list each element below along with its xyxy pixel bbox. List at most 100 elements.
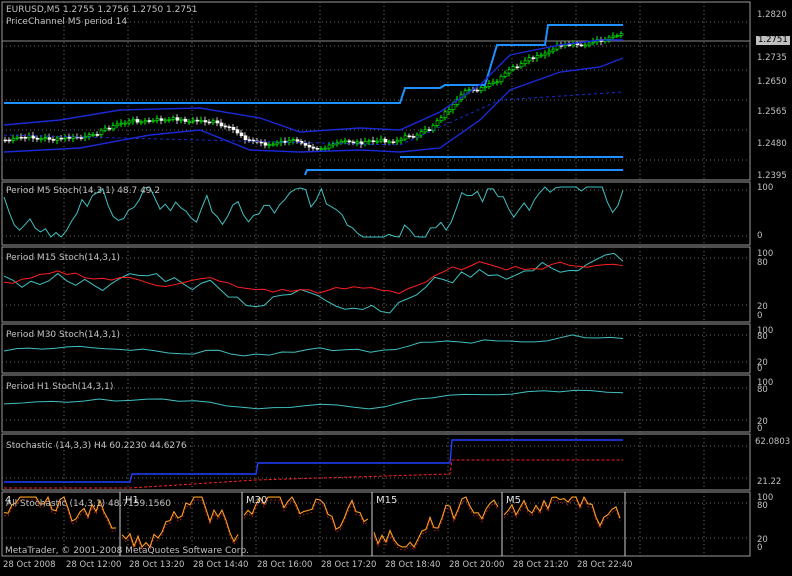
h1-tick-80: 80	[757, 385, 768, 395]
candle-body	[539, 54, 544, 57]
m15-stoch-label: Period M15 Stoch(14,3,1)	[6, 253, 121, 263]
price-tick: 1.2820	[757, 10, 787, 20]
candle-body	[591, 41, 596, 44]
h1-tick-0: 0	[757, 424, 763, 434]
candle-body	[327, 144, 332, 149]
candle-body	[207, 121, 212, 124]
m15-signal-line	[3, 261, 624, 295]
candle-body	[187, 121, 192, 123]
candle-body	[351, 141, 356, 144]
m30-tick-80: 80	[757, 332, 768, 342]
candle-body	[131, 119, 136, 122]
candle-body	[175, 117, 180, 121]
h4-tick-low: 21.22	[757, 477, 782, 487]
candle-body	[355, 141, 360, 144]
symbol-header: EURUSD,M5 1.2755 1.2756 1.2750 1.2751	[6, 5, 198, 15]
candle-body	[243, 135, 248, 141]
candle-body	[195, 119, 200, 122]
price-channel-label: PriceChannel M5 period 14	[6, 17, 128, 27]
candle-body	[203, 120, 208, 123]
candle-body	[51, 139, 56, 141]
candle-body	[523, 60, 528, 64]
candle-body	[311, 146, 316, 149]
candle-body	[63, 136, 68, 139]
m15-tick-80: 80	[757, 258, 768, 268]
candle-body	[191, 119, 196, 122]
candle-body	[99, 129, 104, 135]
all-tick-80: 80	[757, 501, 768, 511]
candle-body	[315, 147, 320, 150]
candle-body	[511, 66, 516, 70]
candle-body	[407, 135, 412, 138]
candle-body	[411, 136, 416, 138]
candle-body	[519, 63, 524, 68]
candle-body	[215, 120, 220, 124]
chart-canvas[interactable]	[0, 0, 792, 576]
candle-body	[119, 122, 124, 125]
m5-tick-100: 100	[757, 183, 774, 193]
candle-body	[235, 129, 240, 134]
time-label: 28 Oct 21:20	[513, 560, 569, 570]
candle-body	[515, 66, 520, 69]
current-price-badge: 1.2751	[756, 35, 790, 45]
candle-body	[259, 141, 264, 144]
candle-body	[227, 126, 232, 129]
candle-body	[371, 140, 376, 143]
candle-body	[427, 129, 432, 131]
candle-body	[507, 69, 512, 74]
candle-body	[367, 140, 372, 143]
candle-body	[475, 89, 480, 92]
candle-body	[151, 119, 156, 122]
candle-body	[399, 138, 404, 142]
candle-body	[391, 141, 396, 144]
candle-body	[135, 119, 140, 123]
candle-body	[543, 52, 548, 56]
m15-tick-0: 0	[757, 311, 763, 321]
candle-body	[19, 136, 24, 139]
m30-stoch-label: Period M30 Stoch(14,3,1)	[6, 330, 121, 340]
time-label: 28 Oct 13:20	[129, 560, 185, 570]
candle-body	[435, 120, 440, 126]
candle-body	[527, 57, 532, 62]
candle-body	[167, 119, 172, 121]
price-tick: 1.2480	[757, 139, 787, 149]
candle-body	[483, 86, 488, 88]
time-label: 28 Oct 12:00	[66, 560, 122, 570]
price-tick: 1.2650	[757, 77, 787, 87]
candle-body	[7, 139, 12, 142]
candle-body	[567, 44, 572, 46]
candle-body	[307, 145, 312, 148]
candle-body	[303, 142, 308, 146]
candle-body	[375, 140, 380, 143]
candle-body	[263, 142, 268, 146]
candle-body	[159, 118, 164, 121]
time-label: 28 Oct 20:00	[449, 560, 505, 570]
tf-label-m15: M15	[376, 495, 398, 506]
candle-body	[183, 118, 188, 122]
candle-body	[487, 83, 492, 87]
time-label: 28 Oct 17:20	[321, 560, 377, 570]
h1-stoch-line	[3, 389, 624, 410]
candle-body	[115, 123, 120, 126]
candle-body	[587, 42, 592, 46]
price-tick: 1.2395	[757, 171, 787, 181]
candle-body	[447, 109, 452, 113]
candle-body	[107, 127, 112, 130]
candle-body	[147, 120, 152, 122]
candle-body	[423, 129, 428, 133]
candle-body	[39, 138, 44, 140]
candle-body	[15, 136, 20, 139]
candle-body	[163, 119, 168, 122]
candle-body	[379, 138, 384, 142]
candle-body	[111, 125, 116, 130]
candle-body	[179, 118, 184, 121]
m5-stoch-label: Period M5 Stoch(14,3,1) 48.7 49.2	[6, 186, 161, 196]
candle-body	[59, 137, 64, 140]
all-stoch-signal	[373, 499, 499, 551]
candle-body	[267, 144, 272, 146]
candle-body	[91, 134, 96, 136]
candle-body	[199, 120, 204, 122]
h1-stoch-label: Period H1 Stoch(14,3,1)	[6, 382, 114, 392]
candle-body	[127, 120, 132, 124]
candle-body	[615, 35, 620, 37]
